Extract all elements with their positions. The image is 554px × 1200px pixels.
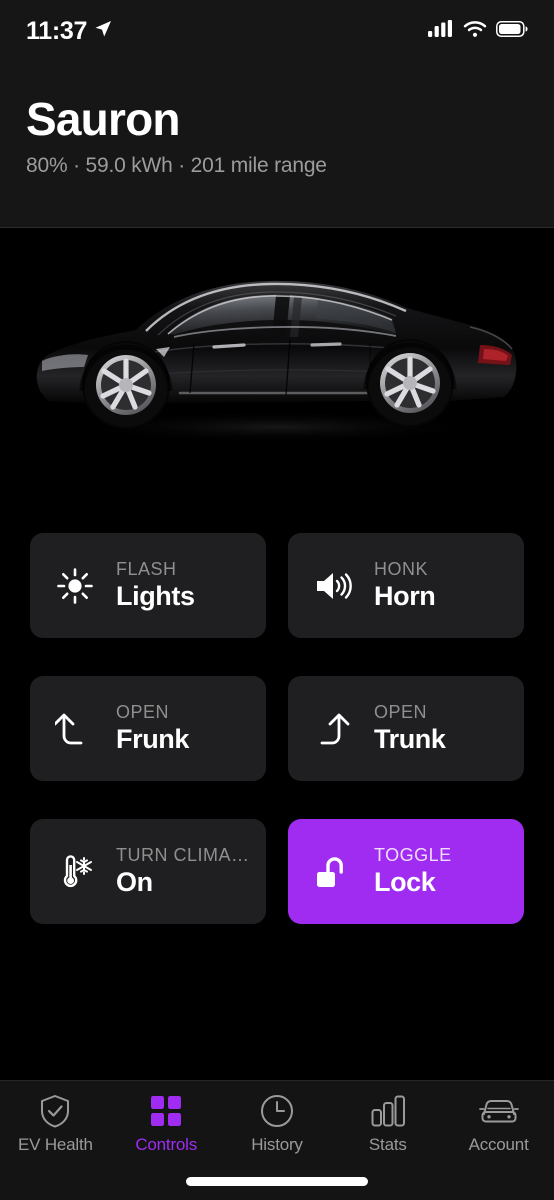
control-kicker: TURN CLIMA… bbox=[116, 845, 250, 865]
status-bar-right bbox=[428, 19, 528, 43]
app-root: 11:37 Sauron 80% · 59.0 kWh · 201 mile r… bbox=[0, 0, 554, 1200]
tab-label: Controls bbox=[135, 1135, 198, 1154]
control-title: Lock bbox=[374, 867, 436, 897]
home-indicator bbox=[186, 1177, 368, 1186]
arrow-hook-up-left-icon bbox=[52, 706, 98, 752]
control-kicker: OPEN bbox=[116, 702, 170, 722]
location-arrow-icon bbox=[94, 20, 112, 43]
vehicle-header: Sauron 80% · 59.0 kWh · 201 mile range bbox=[0, 62, 554, 228]
status-bar: 11:37 bbox=[0, 0, 554, 62]
grid-squares-icon bbox=[150, 1093, 182, 1129]
control-kicker: OPEN bbox=[374, 702, 428, 722]
control-kicker: FLASH bbox=[116, 559, 177, 579]
control-title: Horn bbox=[374, 581, 436, 611]
control-card-lights[interactable]: FLASH Lights bbox=[30, 533, 266, 638]
tesla-model-s-illustration bbox=[36, 280, 517, 443]
control-card-text: OPEN Trunk bbox=[374, 702, 446, 755]
cellular-signal-icon bbox=[428, 19, 454, 43]
tab-label: History bbox=[251, 1135, 303, 1154]
padlock-open-icon bbox=[310, 849, 356, 895]
control-title: Frunk bbox=[116, 724, 190, 754]
control-card-text: OPEN Frunk bbox=[116, 702, 189, 755]
speaker-waves-icon bbox=[310, 563, 356, 609]
sun-icon bbox=[52, 563, 98, 609]
control-card-text: HONK Horn bbox=[374, 559, 436, 612]
clock-icon bbox=[260, 1093, 294, 1129]
tab-stats[interactable]: Stats bbox=[332, 1093, 443, 1155]
control-card-frunk[interactable]: OPEN Frunk bbox=[30, 676, 266, 781]
control-card-lock[interactable]: TOGGLE Lock bbox=[288, 819, 524, 924]
tab-label: EV Health bbox=[18, 1135, 93, 1154]
page-title: Sauron bbox=[26, 93, 180, 145]
wifi-icon bbox=[463, 20, 487, 43]
thermometer-snowflake-icon bbox=[52, 849, 98, 895]
tab-label: Account bbox=[468, 1135, 529, 1154]
control-card-climate[interactable]: TURN CLIMA… On bbox=[30, 819, 266, 924]
control-title: Lights bbox=[116, 581, 195, 611]
battery-icon bbox=[496, 20, 528, 42]
bottom-tab-bar: EV Health Controls History Stats Account bbox=[0, 1080, 554, 1200]
vehicle-image bbox=[0, 229, 554, 519]
control-title: Trunk bbox=[374, 724, 446, 754]
arrow-hook-up-right-icon bbox=[310, 706, 356, 752]
control-card-text: TURN CLIMA… On bbox=[116, 845, 250, 898]
vehicle-stats: 80% · 59.0 kWh · 201 mile range bbox=[26, 153, 327, 177]
control-card-horn[interactable]: HONK Horn bbox=[288, 533, 524, 638]
tab-history[interactable]: History bbox=[222, 1093, 333, 1155]
controls-grid: FLASH Lights HONK Horn OPEN Frunk OPEN T… bbox=[30, 533, 524, 924]
car-front-icon bbox=[478, 1093, 519, 1129]
control-kicker: TOGGLE bbox=[374, 845, 452, 865]
control-kicker: HONK bbox=[374, 559, 429, 579]
status-bar-time: 11:37 bbox=[26, 16, 88, 45]
status-bar-left: 11:37 bbox=[26, 17, 112, 46]
bar-chart-icon bbox=[371, 1093, 405, 1129]
control-title: On bbox=[116, 867, 153, 897]
control-card-trunk[interactable]: OPEN Trunk bbox=[288, 676, 524, 781]
control-card-text: FLASH Lights bbox=[116, 559, 195, 612]
tab-ev-health[interactable]: EV Health bbox=[0, 1093, 111, 1155]
shield-check-icon bbox=[39, 1093, 71, 1129]
control-card-text: TOGGLE Lock bbox=[374, 845, 452, 898]
tab-controls[interactable]: Controls bbox=[111, 1093, 222, 1155]
tab-label: Stats bbox=[368, 1135, 407, 1154]
tab-account[interactable]: Account bbox=[443, 1093, 554, 1155]
